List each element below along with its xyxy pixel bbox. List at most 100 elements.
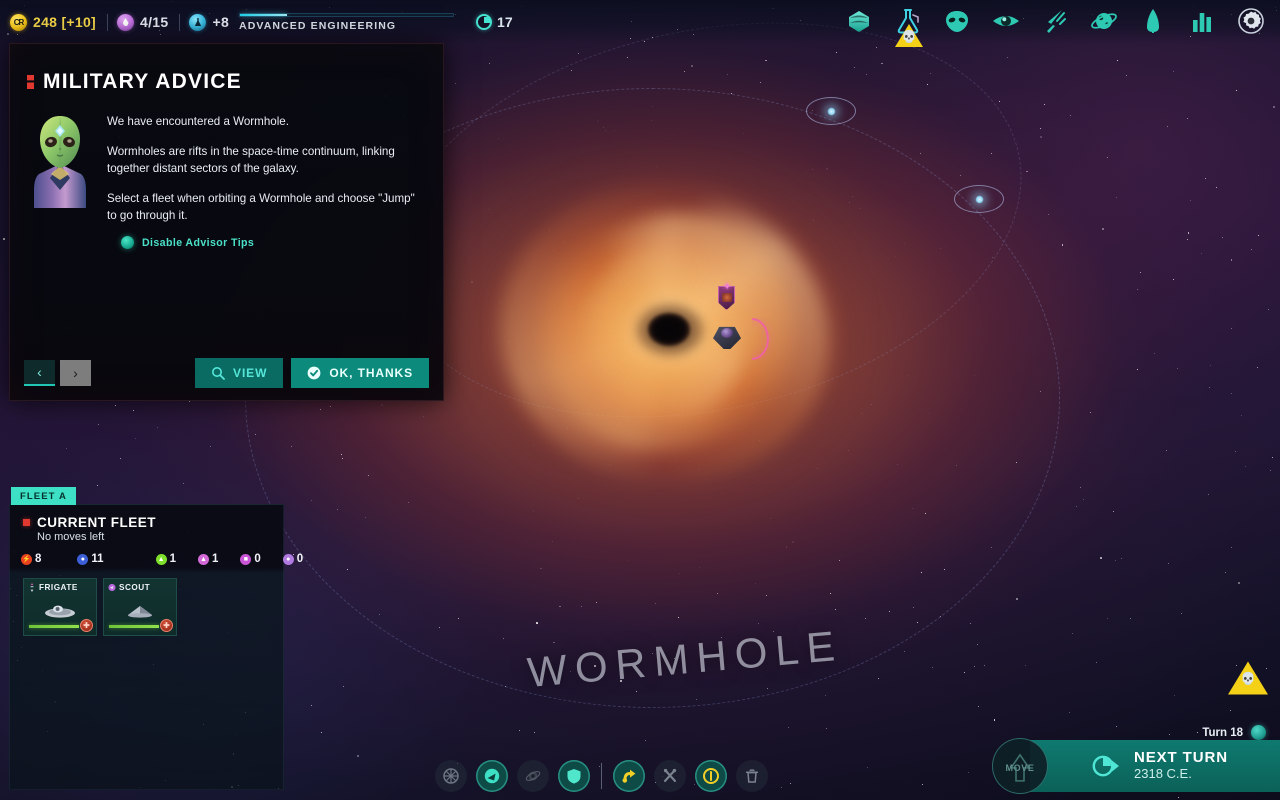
repair-icon[interactable]: ✚ [160, 619, 173, 632]
advisor-portrait [29, 108, 91, 224]
attack-icon: ⚡ [21, 553, 32, 565]
star-system-node[interactable] [806, 97, 856, 125]
explore-action-button[interactable] [476, 760, 508, 792]
speed-icon: ▲ [155, 553, 167, 565]
settings-gear-icon[interactable] [1236, 6, 1266, 36]
scan-icon: ▲ [197, 553, 209, 565]
fleet-title: CURRENT FLEET [37, 515, 156, 530]
top-navigation-icons: 💀 [844, 6, 1266, 47]
fleet-stat-value: 0 [254, 553, 261, 565]
credits-resource[interactable]: CR 248 [+10] [10, 13, 97, 31]
move-button-label: MOVE [1005, 762, 1035, 773]
advisor-title-marker [27, 75, 34, 89]
fleet-stat-cargo: ● 0 [282, 553, 304, 565]
divider [107, 13, 109, 31]
fleet-stat-value: 0 [296, 553, 304, 565]
empire-icon[interactable] [844, 6, 874, 36]
move-action-button[interactable] [613, 760, 646, 792]
repair-icon[interactable]: ✚ [80, 619, 93, 632]
disable-advisor-tips-toggle[interactable]: Disable Advisor Tips [10, 224, 443, 250]
empire-banner-marker[interactable]: ✦ [718, 282, 735, 310]
turn-status-dot [1251, 725, 1266, 740]
fleet-title-marker [23, 519, 30, 526]
fleet-stat-attack: ⚡ 8 [21, 553, 41, 565]
advisor-footer: ‹ › VIEW OK, THANKS [10, 358, 443, 388]
fleet-stat-value: 11 [91, 553, 104, 565]
influence-value: 4/15 [140, 14, 169, 30]
advisor-title-row: MILITARY ADVICE [10, 44, 443, 94]
ok-thanks-button[interactable]: OK, THANKS [291, 358, 429, 388]
fleet-panel: CURRENT FLEET No moves left ⚡ 8 ● 11 ▲ 1… [9, 504, 303, 790]
advisor-title: MILITARY ADVICE [43, 70, 242, 93]
divider [601, 763, 603, 789]
diplomacy-alien-icon[interactable] [942, 6, 972, 36]
next-turn-button[interactable]: NEXT TURN 2318 C.E. [1030, 740, 1280, 792]
scout-ship-art [123, 603, 157, 619]
credits-value: 248 [+10] [33, 14, 97, 30]
fleet-stat-scan: ▲ 1 [197, 553, 219, 565]
research-warning-badge[interactable]: 💀 [895, 23, 923, 48]
star-system-node[interactable] [954, 185, 1004, 213]
research-turns-remaining: 17 [476, 14, 513, 30]
fleet-stats-row: ⚡ 8 ● 11 ▲ 1 ▲ 1 ■ 0 ● 0 [10, 543, 303, 565]
troops-icon: ■ [240, 553, 252, 565]
influence-icon [117, 13, 135, 31]
advisor-paragraph: Select a fleet when orbiting a Wormhole … [107, 192, 415, 222]
advisor-prev-button[interactable]: ‹ [24, 360, 55, 386]
ship-card-frigate[interactable]: FRIGATE ✚ [23, 578, 97, 636]
fleet-token-marker[interactable] [713, 325, 741, 349]
influence-resource[interactable]: 4/15 [117, 13, 169, 31]
defense-icon: ● [77, 553, 89, 565]
research-name: ADVANCED ENGINEERING [239, 19, 397, 32]
repair-action-button[interactable] [654, 760, 687, 792]
advisor-paragraph: We have encountered a Wormhole. [107, 115, 289, 128]
turns-remaining-value: 17 [497, 14, 513, 30]
disband-warning-action-button[interactable] [695, 760, 728, 792]
advisor-text-block: We have encountered a Wormhole. Wormhole… [107, 108, 421, 224]
clock-icon [476, 14, 493, 30]
research-progress-bar [239, 12, 455, 17]
ship-card-scout[interactable]: SCOUT ✚ [103, 578, 177, 636]
delete-action-button[interactable] [736, 760, 769, 792]
defend-action-button[interactable] [558, 760, 590, 792]
frigate-badge-icon [28, 583, 36, 592]
skull-hazard-icon: 💀 [1240, 671, 1256, 686]
hazard-alert-badge[interactable]: 💀 [1228, 660, 1268, 696]
next-turn-title: NEXT TURN [1134, 749, 1228, 767]
research-progress[interactable]: ADVANCED ENGINEERING [239, 12, 455, 32]
view-button-label: VIEW [233, 366, 268, 380]
ship-name: FRIGATE [39, 583, 78, 592]
ship-health-bar [109, 624, 159, 628]
skull-hazard-icon: 💀 [901, 29, 917, 44]
fleet-ship-cards: FRIGATE ✚ SCOUT ✚ [10, 565, 283, 636]
view-button[interactable]: VIEW [195, 358, 284, 388]
fleet-stat-defense: ● 11 [77, 553, 104, 565]
colonize-action-button[interactable] [435, 760, 467, 792]
fleet-subtitle: No moves left [37, 531, 105, 543]
next-turn-year: 2318 C.E. [1134, 765, 1192, 781]
black-hole [430, 120, 900, 560]
turn-label: Turn 18 [1202, 726, 1243, 739]
advisor-paragraph: Wormholes are rifts in the space-time co… [107, 145, 395, 175]
ship-health-bar [29, 624, 79, 628]
orbit-action-button[interactable] [517, 760, 549, 792]
military-icon[interactable] [1040, 6, 1070, 36]
divider [179, 13, 181, 31]
next-turn-texts: NEXT TURN 2318 C.E. [1134, 749, 1228, 782]
fleet-stat-speed: ▲ 1 [155, 553, 176, 565]
advisor-dialog: MILITARY ADVICE We have encountered a Wo… [9, 43, 444, 401]
science-resource[interactable]: +8 [189, 13, 230, 31]
research-flask-icon[interactable]: 💀 [893, 6, 923, 47]
planets-icon[interactable] [1089, 6, 1119, 36]
statistics-bars-icon[interactable] [1187, 6, 1217, 36]
fleet-stat-value: 8 [35, 553, 42, 565]
science-value: +8 [212, 14, 230, 30]
disable-advisor-tips-label: Disable Advisor Tips [142, 236, 255, 249]
advisor-body: We have encountered a Wormhole. Wormhole… [10, 94, 443, 224]
advisor-next-button[interactable]: › [60, 360, 91, 386]
ships-icon[interactable] [1138, 6, 1168, 36]
espionage-eye-icon[interactable] [991, 6, 1021, 36]
move-fleet-button[interactable]: MOVE [992, 738, 1048, 794]
ship-name: SCOUT [119, 583, 151, 592]
fleet-stat-value: 1 [211, 553, 219, 565]
